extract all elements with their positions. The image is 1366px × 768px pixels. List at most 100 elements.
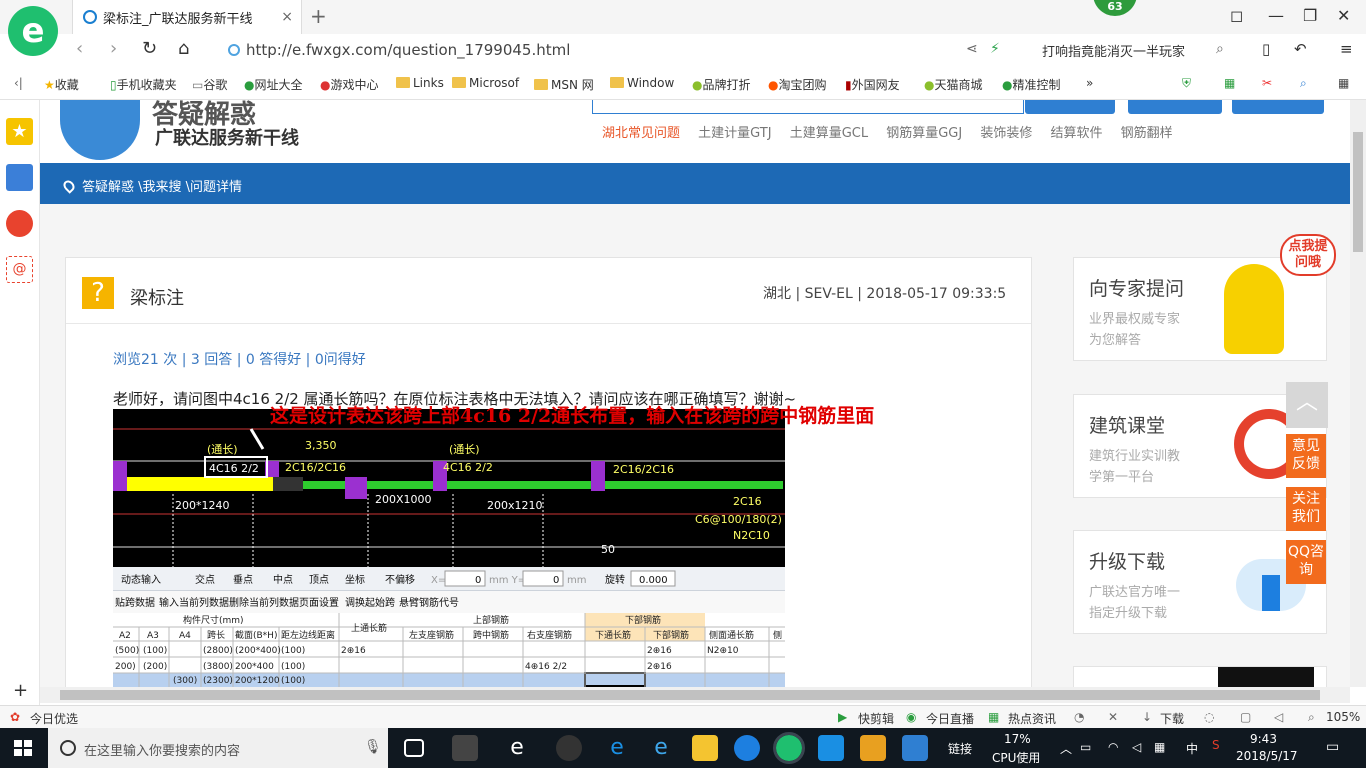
window-icon[interactable]: ▢ bbox=[1240, 710, 1251, 724]
tab-current[interactable]: 梁标注_广联达服务新干线 × bbox=[72, 0, 302, 34]
tools-icon[interactable]: ✕ bbox=[1108, 710, 1118, 724]
keyboard-icon[interactable]: ▦ bbox=[1154, 740, 1165, 754]
weibo-icon[interactable] bbox=[6, 210, 33, 237]
undo-icon[interactable]: ↶ bbox=[1294, 40, 1307, 58]
battery-icon[interactable]: ▭ bbox=[1080, 740, 1091, 754]
folder-icon[interactable] bbox=[692, 735, 718, 761]
category-link[interactable]: 装饰装修 bbox=[980, 126, 1032, 141]
bookmark-item[interactable]: ●网址大全 bbox=[244, 76, 303, 93]
menu-icon[interactable]: ≡ bbox=[1340, 40, 1353, 58]
scissors-icon[interactable]: ✂ bbox=[1262, 76, 1272, 90]
close-window-button[interactable]: ✕ bbox=[1337, 6, 1350, 25]
settings-icon[interactable] bbox=[556, 735, 582, 761]
status-item[interactable]: 下载 bbox=[1160, 710, 1184, 727]
search-suggestion[interactable]: 打响指竟能消灭一半玩家 bbox=[1042, 41, 1185, 60]
glodon-icon[interactable] bbox=[734, 735, 760, 761]
breadcrumb[interactable]: 答疑解惑 \我来搜 \问题详情 bbox=[61, 176, 242, 195]
clock-time[interactable]: 9:43 bbox=[1250, 732, 1277, 746]
bookmark-item[interactable]: ▭谷歌 bbox=[192, 76, 227, 93]
ask-expert-card[interactable]: 向专家提问 业界最权威专家 为您解答 点我提问哦 bbox=[1073, 234, 1336, 361]
windows-start-icon[interactable] bbox=[14, 740, 32, 756]
category-link[interactable]: 钢筋算量GGJ bbox=[886, 126, 962, 141]
bookmark-item[interactable]: ●天猫商城 bbox=[924, 76, 983, 93]
today-picks[interactable]: 今日优选 bbox=[30, 710, 78, 727]
search-button[interactable] bbox=[1025, 100, 1115, 114]
clean-icon[interactable]: ◌ bbox=[1204, 710, 1214, 724]
zoom-level[interactable]: 105% bbox=[1326, 710, 1360, 724]
refresh-icon[interactable]: ↻ bbox=[142, 38, 157, 59]
collapse-icon[interactable]: ‹| bbox=[14, 76, 23, 90]
status-item[interactable]: 今日直播 bbox=[926, 710, 974, 727]
tab-close-button[interactable]: × bbox=[281, 9, 293, 25]
scroll-thumb[interactable] bbox=[60, 690, 1320, 700]
qq-consult-button[interactable]: QQ咨询 bbox=[1286, 540, 1326, 584]
minimize-button[interactable]: — bbox=[1268, 6, 1284, 25]
question-image[interactable]: (通长) 4C16 2/2 3,350 2C16/2C16 (通长) 4C16 … bbox=[113, 409, 785, 687]
active-browser-icon[interactable] bbox=[773, 732, 805, 764]
browser-logo-icon[interactable]: e bbox=[8, 6, 58, 56]
bookmark-folder[interactable]: Microsof bbox=[452, 76, 519, 90]
tray-up-icon[interactable]: ︿ bbox=[1060, 740, 1072, 757]
back-to-top-icon[interactable]: ︿ bbox=[1286, 382, 1328, 428]
status-item[interactable]: 快剪辑 bbox=[858, 710, 894, 727]
mute-icon[interactable]: ◁ bbox=[1274, 710, 1283, 724]
apps-icon[interactable]: ▦ bbox=[1338, 76, 1349, 90]
bookmark-item[interactable]: ●淘宝团购 bbox=[768, 76, 827, 93]
ask-bubble[interactable]: 点我提问哦 bbox=[1280, 234, 1336, 276]
notes-icon[interactable] bbox=[860, 735, 886, 761]
horizontal-scrollbar[interactable] bbox=[40, 687, 1350, 703]
ie-icon[interactable]: e bbox=[648, 735, 674, 761]
bookmark-item[interactable]: ●游戏中心 bbox=[320, 76, 379, 93]
bookmark-folder[interactable]: Window bbox=[610, 76, 674, 90]
url-field[interactable]: http://e.fwxgx.com/question_1799045.html bbox=[228, 37, 948, 63]
bookmark-folder[interactable]: MSN 网 bbox=[534, 76, 594, 93]
clock-date[interactable]: 2018/5/17 bbox=[1236, 749, 1298, 763]
search-icon[interactable]: ⌕ bbox=[1300, 76, 1307, 91]
notification-badge[interactable]: 63 bbox=[1093, 0, 1137, 16]
bookmark-item[interactable]: ▮外国网友 bbox=[845, 76, 900, 93]
task-view-icon[interactable] bbox=[404, 739, 424, 757]
volume-icon[interactable]: ◁ bbox=[1132, 740, 1141, 754]
taskbar-search[interactable]: 在这里输入你要搜索的内容 🎙 bbox=[48, 728, 388, 768]
mail-icon[interactable]: @ bbox=[6, 256, 33, 283]
speed-icon[interactable]: ◔ bbox=[1074, 710, 1084, 724]
microphone-icon[interactable]: 🎙 bbox=[364, 739, 382, 755]
app-icon[interactable] bbox=[902, 735, 928, 761]
ime-indicator[interactable]: 中 bbox=[1186, 740, 1198, 757]
favorites-star-icon[interactable]: ★ bbox=[6, 118, 33, 145]
phone-icon[interactable]: ▯ bbox=[1262, 40, 1270, 58]
forward-icon[interactable]: › bbox=[110, 38, 117, 59]
answer-button[interactable] bbox=[1232, 100, 1324, 114]
notification-icon[interactable]: ▭ bbox=[1326, 739, 1339, 755]
category-link[interactable]: 土建计量GTJ bbox=[698, 126, 771, 141]
bookmark-item[interactable]: ●品牌打折 bbox=[692, 76, 751, 93]
maximize-button[interactable]: ❐ bbox=[1303, 6, 1317, 25]
app-icon[interactable] bbox=[452, 735, 478, 761]
status-item[interactable]: 热点资讯 bbox=[1008, 710, 1056, 727]
category-link[interactable]: 钢筋翻样 bbox=[1121, 126, 1173, 141]
scroll-thumb[interactable] bbox=[1353, 132, 1363, 252]
wifi-icon[interactable]: ◠ bbox=[1108, 740, 1118, 754]
speed-icon[interactable]: ⚡ bbox=[990, 41, 1000, 57]
category-link[interactable]: 结算软件 bbox=[1051, 126, 1103, 141]
browser-e-icon[interactable]: e bbox=[504, 735, 530, 761]
share-icon[interactable]: ⋖ bbox=[966, 41, 978, 57]
tray-links[interactable]: 链接 bbox=[948, 740, 972, 757]
app-icon[interactable] bbox=[818, 735, 844, 761]
site-search-input[interactable] bbox=[592, 100, 1024, 114]
category-link[interactable]: 土建算量GCL bbox=[790, 126, 868, 141]
bookmark-item[interactable]: ▯手机收藏夹 bbox=[110, 76, 177, 93]
bookmark-folder[interactable]: Links bbox=[396, 76, 444, 90]
sogou-icon[interactable]: S bbox=[1212, 738, 1220, 752]
news-icon[interactable] bbox=[6, 164, 33, 191]
home-icon[interactable]: ⌂ bbox=[178, 38, 189, 59]
bookmark-item[interactable]: ★收藏 bbox=[44, 76, 79, 93]
add-sidebar-icon[interactable]: + bbox=[13, 680, 28, 701]
grid-icon[interactable]: ▦ bbox=[1224, 76, 1235, 90]
edge-icon[interactable]: e bbox=[604, 735, 630, 761]
follow-button[interactable]: 关注我们 bbox=[1286, 487, 1326, 531]
vertical-scrollbar[interactable] bbox=[1350, 100, 1366, 687]
new-tab-button[interactable]: + bbox=[310, 4, 327, 28]
ask-button[interactable] bbox=[1128, 100, 1222, 114]
bookmark-item[interactable]: ●精准控制 bbox=[1002, 76, 1061, 93]
